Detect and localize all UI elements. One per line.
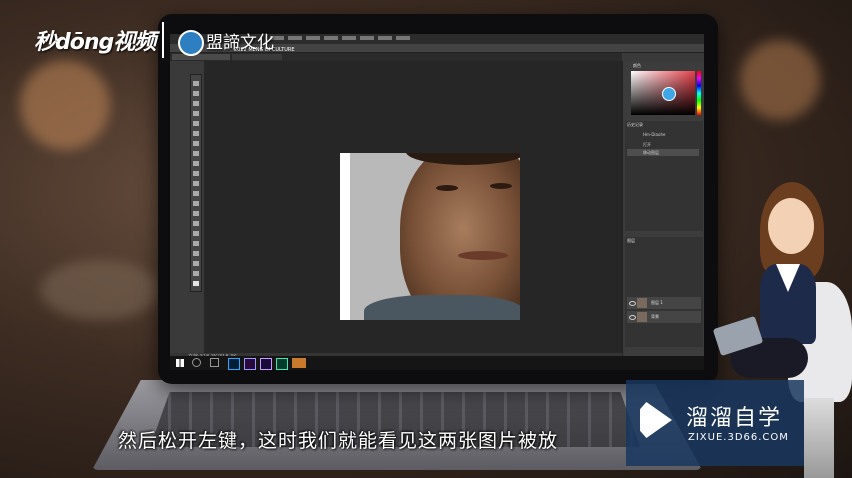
history-item-label: 移动图层 [643, 150, 659, 155]
bokeh-light [740, 40, 820, 120]
clone-stamp-tool-icon[interactable] [193, 161, 199, 166]
menu-item[interactable] [342, 36, 356, 40]
marquee-tool-icon[interactable] [193, 91, 199, 96]
premiere-app-icon[interactable] [244, 358, 256, 370]
menu-item[interactable] [378, 36, 392, 40]
windows-start-icon[interactable] [176, 359, 184, 367]
brand-separator [162, 22, 164, 58]
layers-panel: 图层 图层 1 背景 [625, 237, 703, 347]
active-app-icon[interactable] [292, 358, 306, 368]
menu-item[interactable] [396, 36, 410, 40]
eyedropper-tool-icon[interactable] [193, 131, 199, 136]
play-icon [640, 402, 672, 438]
history-item[interactable]: 打开 [627, 141, 699, 148]
layer-row[interactable]: 背景 [627, 311, 701, 323]
history-item[interactable]: 移动图层 [627, 149, 699, 156]
photo-mouth [458, 251, 508, 260]
watermark-url: ZIXUE.3D66.COM [688, 432, 789, 443]
layer-thumbnail [637, 298, 647, 308]
presenter-face [768, 198, 814, 254]
foreground-color-swatch[interactable] [193, 281, 199, 286]
layer-thumbnail [637, 312, 647, 322]
crop-tool-icon[interactable] [193, 121, 199, 126]
visibility-eye-icon[interactable] [629, 315, 636, 320]
task-view-icon[interactable] [210, 358, 219, 367]
bokeh-light [40, 260, 160, 320]
photo-shirt [364, 295, 520, 320]
audition-app-icon[interactable] [276, 358, 288, 370]
tools-panel [190, 74, 202, 292]
history-item[interactable]: Hm-Diaohe [627, 131, 699, 138]
hue-slider[interactable] [697, 71, 701, 115]
history-panel: 历史记录 Hm-Diaohe 打开 移动图层 [625, 121, 703, 231]
layer-row[interactable]: 图层 1 [627, 297, 701, 309]
type-tool-icon[interactable] [193, 231, 199, 236]
document-photo[interactable] [340, 153, 520, 320]
menu-item[interactable] [306, 36, 320, 40]
chair-base [804, 398, 834, 478]
visibility-eye-icon[interactable] [629, 301, 636, 306]
history-brush-tool-icon[interactable] [193, 171, 199, 176]
history-panel-tab[interactable]: 历史记录 [627, 122, 643, 128]
after-effects-app-icon[interactable] [260, 358, 272, 370]
video-subtitle: 然后松开左键，这时我们就能看见这两张图片被放 [118, 430, 559, 452]
menu-item[interactable] [324, 36, 338, 40]
watermark: 溜溜自学 ZIXUE.3D66.COM [626, 380, 804, 466]
watermark-title: 溜溜自学 [686, 406, 783, 431]
brand-logo: 秒dōng视频 [34, 30, 156, 55]
publisher-subtitle: 2022 MENG DI CULTURE [234, 47, 295, 53]
history-item-label: 打开 [643, 142, 651, 147]
menu-item[interactable] [360, 36, 374, 40]
lasso-tool-icon[interactable] [193, 101, 199, 106]
move-tool-icon[interactable] [193, 81, 199, 86]
document-tab[interactable] [232, 54, 282, 60]
menu-item[interactable] [288, 36, 302, 40]
search-icon[interactable] [192, 358, 201, 367]
photoshop-app-icon[interactable] [228, 358, 240, 370]
healing-brush-tool-icon[interactable] [193, 141, 199, 146]
dodge-tool-icon[interactable] [193, 211, 199, 216]
right-panels: 颜色 历史记录 Hm-Diaohe 打开 移动图层 图层 图层 1 背景 [622, 61, 704, 361]
pen-tool-icon[interactable] [193, 221, 199, 226]
hand-tool-icon[interactable] [193, 261, 199, 266]
shape-tool-icon[interactable] [193, 251, 199, 256]
publisher-badge-icon [178, 30, 204, 56]
bokeh-light [20, 60, 110, 150]
color-picker-dot[interactable] [662, 87, 676, 101]
document-tab[interactable] [172, 54, 230, 60]
canvas-area[interactable] [204, 61, 622, 353]
layer-name: 背景 [651, 314, 659, 319]
windows-taskbar [170, 356, 704, 370]
color-picker-field[interactable] [631, 71, 695, 115]
layers-panel-tab[interactable]: 图层 [627, 238, 635, 244]
brush-tool-icon[interactable] [193, 151, 199, 156]
gradient-tool-icon[interactable] [193, 191, 199, 196]
magic-wand-tool-icon[interactable] [193, 111, 199, 116]
history-item-label: Hm-Diaohe [643, 132, 666, 137]
laptop-screen: 文档:318.3K/318.3K 颜色 历史记录 Hm-Diaohe 打开 移动… [170, 34, 704, 370]
path-selection-tool-icon[interactable] [193, 241, 199, 246]
color-panel-tab[interactable]: 颜色 [633, 63, 641, 69]
photo-eye [490, 183, 512, 189]
zoom-tool-icon[interactable] [193, 271, 199, 276]
eraser-tool-icon[interactable] [193, 181, 199, 186]
layer-name: 图层 1 [651, 300, 663, 305]
document-tabs [170, 53, 622, 61]
blur-tool-icon[interactable] [193, 201, 199, 206]
photo-eye [436, 185, 458, 191]
